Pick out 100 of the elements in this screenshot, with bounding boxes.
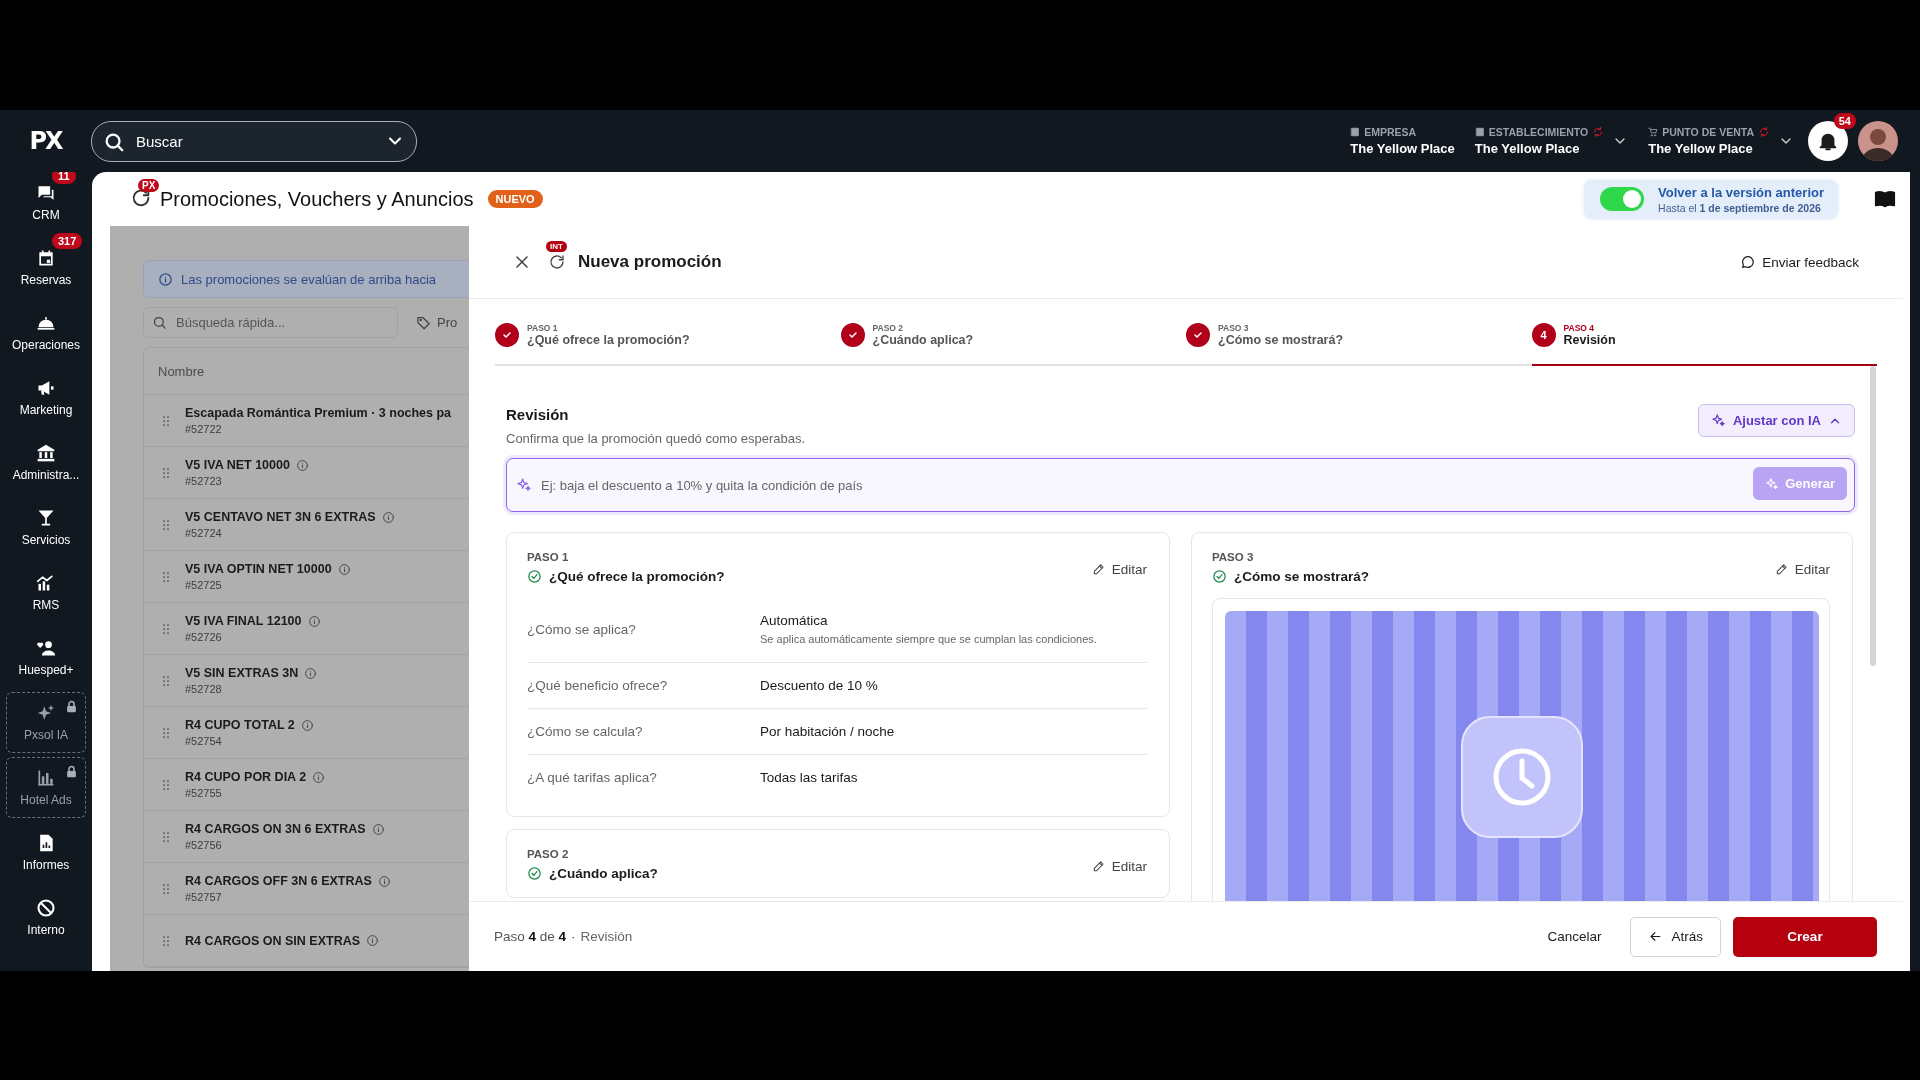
step-number: 4 <box>1531 322 1556 347</box>
edit-button[interactable]: Editar <box>1091 856 1147 876</box>
field-label: ¿A qué tarifas aplica? <box>527 770 658 785</box>
pencil-icon <box>1091 859 1106 873</box>
new-badge: NUEVO <box>487 190 543 208</box>
sidebar-item[interactable]: Huesped+ <box>6 627 86 688</box>
sidebar-item[interactable]: RMS <box>6 562 86 623</box>
step-label: PASO 4 <box>1563 322 1596 333</box>
promotion-name[interactable]: R4 CUPO POR DIA 2 <box>185 770 307 784</box>
create-button[interactable]: Crear <box>1733 916 1877 957</box>
stepper-step[interactable]: PASO 2 ¿Cuándo aplica? <box>840 299 1186 366</box>
lock-icon <box>64 699 79 714</box>
step-label: PASO 2 <box>872 322 905 333</box>
promotion-name[interactable]: R4 CARGOS ON SIN EXTRAS <box>185 933 361 948</box>
tag-icon <box>416 315 431 330</box>
toggle-switch[interactable] <box>1600 187 1645 211</box>
field-label: ¿Cómo se calcula? <box>527 724 644 739</box>
person-heart-icon <box>36 638 56 658</box>
stepper-step[interactable]: PASO 3 ¿Cómo se mostrará? <box>1186 299 1532 366</box>
promotion-id: #52728 <box>185 683 223 695</box>
book-icon[interactable] <box>1874 188 1896 210</box>
promotion-name[interactable]: V5 SIN EXTRAS 3N <box>185 666 299 680</box>
step-title: Revisión <box>1563 332 1616 347</box>
sidebar-item[interactable]: Marketing <box>6 367 86 428</box>
calendar-icon <box>36 248 56 268</box>
step-label: PASO 2 <box>527 848 570 860</box>
search-icon <box>152 315 167 330</box>
page-title: Promociones, Vouchers y Anuncios <box>160 187 474 211</box>
card-title: ¿Cómo se mostrará? <box>1234 569 1370 584</box>
promotion-id: #52755 <box>185 787 223 799</box>
ai-adjust-button[interactable]: Ajustar con IA <box>1697 404 1855 437</box>
sidebar-item[interactable]: Operaciones <box>6 302 86 363</box>
promotion-name[interactable]: V5 CENTAVO NET 3N 6 EXTRAS <box>185 510 376 524</box>
column-header: Nombre <box>158 363 205 379</box>
logo[interactable]: PX <box>0 127 91 155</box>
sidebar-item[interactable]: Hotel Ads <box>6 757 86 818</box>
field-label: ¿Qué beneficio ofrece? <box>527 678 669 693</box>
current-step: Revisión <box>580 929 633 944</box>
step-label: PASO 1 <box>527 551 570 563</box>
step-count-text: Paso 4 de 4 <box>494 929 567 944</box>
info-icon <box>158 271 173 287</box>
prohibited-icon <box>36 898 56 918</box>
promotion-id: #52757 <box>185 891 223 903</box>
promotion-name[interactable]: V5 IVA OPTIN NET 10000 <box>185 562 332 576</box>
search-field[interactable]: Búsqueda rápida... <box>143 307 398 338</box>
promotion-name[interactable]: Escapada Romántica Premium · 3 noches pa <box>185 406 452 420</box>
step-title: ¿Cuándo aplica? <box>872 332 974 347</box>
edit-button[interactable]: Editar <box>1774 559 1830 579</box>
promotion-id: #52726 <box>185 631 223 643</box>
scrollbar[interactable] <box>1870 366 1876 666</box>
sidebar-item[interactable]: CRM 11 <box>6 172 86 233</box>
env-badge: INT <box>546 241 567 252</box>
stepper-step[interactable]: PASO 1 ¿Qué ofrece la promoción? <box>495 299 841 366</box>
step-label: PASO 3 <box>1212 551 1255 563</box>
edit-button[interactable]: Editar <box>1091 559 1147 579</box>
bar-chart-icon <box>36 768 56 788</box>
legacy-note: Hasta el 1 de septiembre de 2026 <box>1658 201 1822 214</box>
sidebar-item[interactable]: Administra... <box>6 432 86 493</box>
sidebar-item[interactable]: Informes <box>6 822 86 883</box>
context-value: The Yellow Place <box>1648 141 1754 156</box>
section-subtitle: Confirma que la promoción quedó como esperabas. <box>506 431 806 446</box>
promotion-name[interactable]: R4 CUPO TOTAL 2 <box>185 718 295 732</box>
field-value: Descuento de 10 % <box>760 678 878 693</box>
promotion-name[interactable]: R4 CARGOS OFF 3N 6 EXTRAS <box>185 874 372 888</box>
card-title: ¿Qué ofrece la promoción? <box>549 569 725 584</box>
promotion-name[interactable]: V5 IVA NET 10000 <box>185 458 290 472</box>
chat-icon <box>36 183 56 203</box>
stepper-step[interactable]: 4 PASO 4 Revisión <box>1531 299 1877 366</box>
step-title: ¿Qué ofrece la promoción? <box>527 332 690 347</box>
field-value: Todas las tarifas <box>760 770 858 785</box>
context-label: PUNTO DE VENTA <box>1662 126 1754 138</box>
info-notice: Las promociones se evalúan de arriba hacia <box>181 271 437 287</box>
promotion-name[interactable]: V5 IVA FINAL 12100 <box>185 614 302 628</box>
lock-icon <box>64 764 79 779</box>
sidebar-item[interactable]: Pxsol IA <box>6 692 86 753</box>
chat-bubble-icon <box>1740 254 1757 270</box>
promotion-name[interactable]: R4 CARGOS ON 3N 6 EXTRAS <box>185 822 366 836</box>
building-icon <box>1474 127 1485 137</box>
chart-icon <box>36 573 56 593</box>
arrow-left-icon <box>1648 929 1664 944</box>
refresh-icon[interactable] <box>548 253 566 271</box>
sidebar-item[interactable]: Interno <box>6 887 86 948</box>
back-button[interactable]: Atrás <box>1630 916 1721 957</box>
bank-icon <box>36 443 56 463</box>
promotion-id: #52725 <box>185 579 223 591</box>
count-badge: 11 <box>52 172 76 184</box>
promotion-id: #52756 <box>185 839 223 851</box>
card-title: ¿Cuándo aplica? <box>549 866 658 881</box>
promotion-id: #52724 <box>185 527 223 539</box>
avatar[interactable] <box>1858 121 1898 161</box>
pencil-icon <box>1774 562 1789 576</box>
refresh-icon[interactable] <box>130 187 152 209</box>
filter-button[interactable]: Pro <box>437 315 458 330</box>
search-field[interactable]: Buscar <box>91 120 417 162</box>
env-badge: PX <box>138 179 160 192</box>
sidebar-item[interactable]: Servicios <box>6 497 86 558</box>
sparkle-icon <box>1710 413 1726 428</box>
feedback-button[interactable]: Enviar feedback <box>1734 253 1865 271</box>
sparkle-icon <box>1765 476 1780 491</box>
cancel-button[interactable]: Cancelar <box>1543 919 1606 954</box>
